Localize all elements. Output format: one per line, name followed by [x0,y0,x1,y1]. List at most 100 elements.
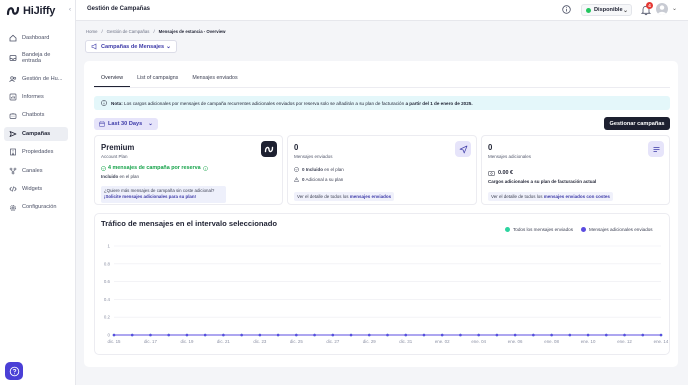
x-tick-label: ene. 08 [544,339,559,344]
tab-divider [94,87,670,88]
breadcrumb-home[interactable]: Home [86,29,97,34]
x-tick-label: dic. 27 [326,339,339,344]
building-icon [10,148,16,156]
x-tick-label: dic. 19 [180,339,193,344]
sent-included-row: 0 Incluido en el plan [294,167,344,172]
x-tick-label: ene. 04 [471,339,486,344]
date-range-dropdown[interactable]: Last 30 Days ⌄ [94,118,158,130]
calendar-icon [99,121,105,127]
y-tick-label: 0.2 [104,315,111,320]
sent-additional-row: 0 Adicional a su plan [294,177,343,182]
sidebar-item-settings[interactable]: Configuración [4,201,68,215]
sidebar-item-properties[interactable]: Propiedades [4,145,68,159]
manage-campaigns-button[interactable]: Gestionar campañas [604,117,670,130]
money-icon [488,170,495,176]
sidebar-item-campaigns[interactable]: Campañas [4,126,68,141]
tab-overview[interactable]: Overview [94,75,131,87]
sidebar-item-label: Informes [22,93,44,100]
status-label: Disponible [594,7,623,13]
detail-prefix: Ver el detalle de todos los [297,194,350,199]
chevron-down-icon[interactable]: ⌄ [672,5,677,12]
traffic-chart: 0 0.2 0.4 0.6 0.8 1 dic. 15 dic. 17 dic. 19 dic. … [104,244,669,345]
campaign-messages-highlight: 4 mensajes de campaña por reserva [101,165,208,171]
data-point [295,333,298,337]
sidebar-item-widgets[interactable]: Widgets [4,182,68,196]
data-point [112,333,116,337]
billing-notice: Nota: Los cargos adicionales por mensaje… [94,96,670,110]
data-point [513,333,517,337]
data-point [130,333,134,337]
breadcrumb-separator: / [153,29,155,34]
additional-messages-card: 0 Mensajes adicionales 0.00 € Cargos adi… [481,135,670,205]
tab-sent-messages[interactable]: Mensajes enviados [185,75,244,87]
traffic-chart-card: Tráfico de mensajes en el intervalo sele… [94,213,670,355]
campaign-type-label: Campañas de Mensajes [101,43,165,50]
chevron-down-icon: ⌄ [165,44,171,50]
sidebar-item-label: Widgets [22,185,43,192]
x-tick-label: dic. 17 [144,339,157,344]
collapse-sidebar-icon[interactable]: ‹ [69,7,71,13]
campaign-type-dropdown[interactable]: Campañas de Mensajes ⌄ [85,40,177,53]
data-point [404,333,408,337]
sidebar-item-dashboard[interactable]: Dashboard [4,31,68,45]
breadcrumb-current: Mensajes de estancia - Overview [158,29,226,34]
y-tick-label: 1 [108,244,111,249]
megaphone-icon [91,43,97,50]
brand-logo[interactable]: HiJiffy [6,4,55,18]
top-bar: Gestión de Campañas Disponible ⌄ 4 ⌄ [76,0,688,21]
sidebar-item-inbox[interactable]: Bandeja de entrada [4,49,68,67]
channels-icon [9,167,17,175]
user-avatar-icon [657,5,667,15]
data-point [641,333,645,337]
sidebar-item-chatbots[interactable]: Chatbots [4,109,68,123]
sidebar-item-label: Canales [22,167,43,174]
y-tick-label: 0.4 [104,297,111,302]
help-button[interactable] [5,362,23,380]
availability-status-dropdown[interactable]: Disponible ⌄ [581,4,632,16]
home-icon [9,34,17,42]
info-icon[interactable] [202,165,208,171]
sidebar-item-label: Configuración [22,204,57,211]
chatbot-icon [9,112,17,119]
check-circle-icon [294,167,299,172]
notice-emphasis: a partir del 1 de enero de 2025. [405,100,473,106]
messages-with-costs-link[interactable]: mensajes enviados con costes [544,194,610,199]
page-title: Gestión de Campañas [87,6,151,12]
data-point [459,333,462,337]
plan-subtitle: Account Plan [101,154,128,159]
data-point [605,333,608,337]
info-icon[interactable] [562,5,571,14]
breadcrumb-campaigns[interactable]: Gestión de Campañas [107,29,150,34]
users-icon [9,76,17,82]
sidebar-item-label: Propiedades [22,149,54,156]
tab-list-of-campaigns[interactable]: List of campaigns [130,75,185,87]
code-icon [9,186,17,192]
y-tick-label: 0.8 [104,261,111,266]
sidebar: HiJiffy ‹ Dashboard Bandeja de entrada G… [0,0,76,385]
plan-badge-icon [261,141,277,157]
data-point [495,333,499,337]
overview-panel: Overview List of campaigns Mensajes envi… [84,61,678,367]
amount-label: Cargos adicionales a su plan de facturac… [488,179,597,184]
x-tick-label: ene. 12 [617,339,632,344]
data-point [386,333,389,337]
sent-detail-box: Ver el detalle de todos los mensajes env… [294,192,395,201]
request-messages-link[interactable]: ¡Solicite mensajes adicionales para su p… [104,194,223,200]
brand-name: HiJiffy [23,5,56,17]
data-point [276,333,280,337]
data-point [532,333,535,337]
sidebar-item-label: Chatbots [22,112,45,119]
sent-messages-value: 0 [294,143,299,152]
sidebar-item-reports[interactable]: Informes [4,90,68,104]
sent-messages-link[interactable]: mensajes enviados [350,194,391,199]
additional-messages-value: 0 [488,143,493,152]
sent-included-suffix: en el plan [323,167,344,172]
sidebar-item-guests[interactable]: Gestión de Hu... [4,72,68,86]
data-point [568,333,572,337]
plan-card: Premium Account Plan 4 mensajes de campa… [94,135,283,205]
sidebar-item-channels[interactable]: Canales [4,164,68,178]
data-point [659,333,663,337]
included-note: Incluido en el plan [101,174,139,179]
avatar[interactable] [656,3,668,15]
status-dot-icon [586,7,591,13]
